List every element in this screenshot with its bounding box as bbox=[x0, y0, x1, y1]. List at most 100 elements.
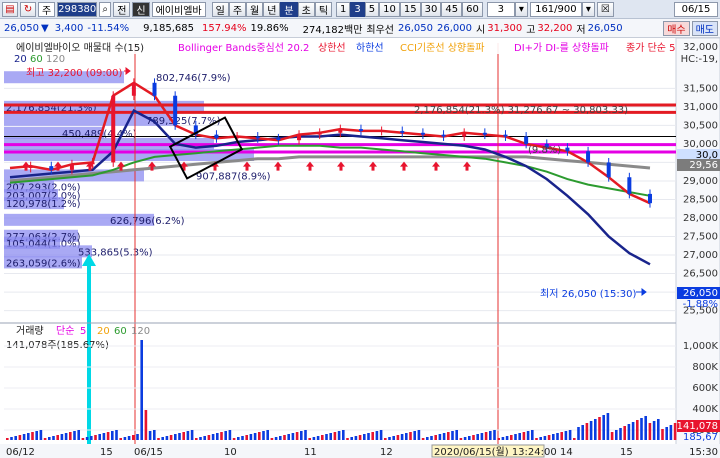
minute-30[interactable]: 30 bbox=[420, 1, 442, 17]
price-tick-label: 26,000 bbox=[683, 287, 718, 298]
cursor-date-label: 2020/06/15(월) 13:24:00 bbox=[434, 446, 557, 458]
minute-45[interactable]: 45 bbox=[441, 1, 463, 17]
x-tick-label: 06/15 bbox=[134, 447, 163, 458]
volume-bar bbox=[673, 423, 677, 440]
x-axis-panel bbox=[0, 444, 720, 458]
chevron-down-icon[interactable]: ▾ bbox=[581, 1, 595, 17]
volume-tick-label: 400K bbox=[692, 404, 718, 415]
refresh-icon[interactable]: ↻ bbox=[20, 1, 36, 17]
volume-bar bbox=[472, 435, 475, 440]
crosshair-toggle[interactable]: ☒ bbox=[596, 1, 614, 17]
volume-bar bbox=[144, 410, 148, 440]
candle-body bbox=[90, 162, 95, 165]
volume-bar bbox=[363, 434, 366, 440]
count-input[interactable]: 3 bbox=[486, 1, 515, 17]
candle-body bbox=[152, 82, 157, 96]
volume-bar bbox=[648, 423, 652, 440]
volume-bar bbox=[165, 436, 169, 440]
up-arrow-icon bbox=[274, 161, 282, 171]
volume-bar bbox=[392, 436, 395, 440]
candle-body bbox=[28, 166, 33, 168]
candle-body bbox=[317, 132, 322, 135]
volume-bar bbox=[379, 430, 383, 440]
chevron-down-icon[interactable]: ▾ bbox=[514, 1, 528, 17]
volume-bar bbox=[636, 420, 639, 440]
period-tick[interactable]: 틱 bbox=[314, 1, 333, 17]
volume-bar bbox=[127, 436, 131, 440]
volume-profile-label: 105,044(1.0%) bbox=[6, 239, 81, 250]
volume-bar bbox=[510, 435, 513, 440]
period-day[interactable]: 일 bbox=[211, 1, 229, 17]
volume-bar bbox=[195, 438, 198, 440]
price-chart[interactable]: 25,500 26,000 26,500 27,000 27,500 28,000 28,5… bbox=[0, 0, 720, 458]
code-input[interactable]: 298380 bbox=[57, 1, 98, 17]
range-display: 161/900 bbox=[529, 1, 582, 17]
period-second[interactable]: 초 bbox=[297, 1, 315, 17]
period-week[interactable]: 주 bbox=[228, 1, 247, 17]
volume-bar bbox=[371, 432, 374, 440]
volume-pct-label: 185,67 bbox=[683, 432, 718, 443]
volume-bar bbox=[463, 437, 467, 440]
date-field[interactable]: 06/15 bbox=[674, 1, 718, 17]
volume-bar bbox=[669, 425, 673, 440]
period-year[interactable]: 년 bbox=[263, 1, 281, 17]
volume-legend-period: 120 bbox=[131, 326, 150, 337]
reference-tag-label: 29,56 bbox=[689, 160, 718, 171]
minute-1[interactable]: 1 bbox=[336, 1, 351, 17]
volume-bar bbox=[123, 437, 127, 440]
volume-bar bbox=[207, 435, 211, 440]
price-tick-label: 27,500 bbox=[683, 232, 718, 243]
volume-profile-bar bbox=[4, 113, 174, 126]
volume-bar bbox=[585, 423, 589, 440]
volume-bar bbox=[350, 437, 353, 440]
volume-bar bbox=[119, 438, 122, 440]
volume-ratio: 157.94% bbox=[202, 22, 247, 34]
up-arrow-icon bbox=[400, 161, 408, 171]
minute-15[interactable]: 15 bbox=[399, 1, 421, 17]
x-axis-end-label: 15:30 bbox=[689, 447, 718, 458]
minute-3[interactable]: 3 bbox=[350, 1, 365, 17]
volume-bar bbox=[153, 430, 156, 440]
period-minute[interactable]: 분 bbox=[280, 1, 298, 17]
minute-5[interactable]: 5 bbox=[364, 1, 380, 17]
minute-10[interactable]: 10 bbox=[379, 1, 400, 17]
volume-bar bbox=[81, 438, 85, 440]
period-month[interactable]: 월 bbox=[246, 1, 264, 17]
volume-bar bbox=[199, 437, 202, 440]
volume-bar bbox=[325, 434, 328, 440]
minute-60[interactable]: 60 bbox=[462, 1, 483, 17]
up-arrow-icon bbox=[148, 161, 156, 171]
volume-profile-bar bbox=[4, 213, 154, 226]
volume-bar bbox=[6, 438, 9, 440]
market-select[interactable]: 주 bbox=[38, 1, 56, 17]
x-tick-label: 15 bbox=[620, 447, 633, 458]
candle-body bbox=[276, 138, 281, 141]
candle-body bbox=[627, 177, 632, 194]
volume-bar bbox=[241, 436, 244, 440]
candle-body bbox=[358, 129, 363, 131]
volume-legend-period: 20 bbox=[97, 326, 110, 337]
credit-badge: 신 bbox=[132, 1, 150, 17]
volume-bar bbox=[140, 340, 143, 440]
volume-bar bbox=[518, 433, 521, 440]
arrow-icon bbox=[636, 288, 647, 296]
sell-button[interactable]: 매도 bbox=[691, 20, 718, 36]
volume-bar bbox=[220, 432, 223, 440]
volume-bar bbox=[85, 437, 89, 440]
search-icon[interactable]: ⌕ bbox=[99, 1, 112, 17]
price-tick-label: 26,500 bbox=[683, 269, 718, 280]
volume-bar bbox=[657, 419, 660, 440]
change-value: 3,400 bbox=[54, 22, 84, 34]
search-button[interactable]: 전 bbox=[113, 1, 131, 17]
up-arrow-icon bbox=[211, 161, 219, 171]
volume-bar bbox=[409, 432, 412, 440]
volume-legend-period: 5 bbox=[80, 326, 86, 337]
volume-bar bbox=[258, 432, 261, 440]
chart-icon[interactable]: ▤ bbox=[2, 1, 18, 17]
ma-20-line bbox=[9, 108, 651, 266]
volume-bar bbox=[157, 438, 160, 440]
buy-button[interactable]: 매수 bbox=[663, 20, 690, 36]
volume-bar bbox=[480, 433, 484, 440]
candle-body bbox=[400, 130, 405, 133]
volume-bar bbox=[111, 431, 114, 440]
